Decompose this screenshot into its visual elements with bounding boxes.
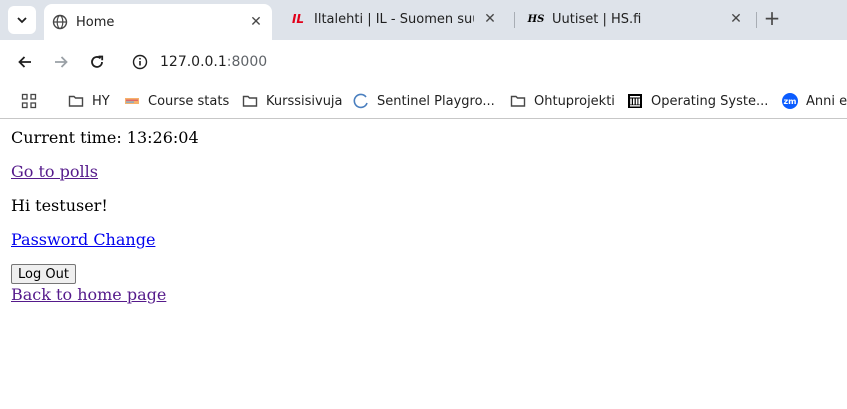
- arrow-left-icon: [18, 56, 31, 68]
- bookmark-label: Ohtuprojekti: [534, 93, 615, 109]
- loading-spinner-icon: [353, 93, 369, 109]
- greeting: Hi testuser!: [11, 196, 108, 215]
- bookmark-hy[interactable]: HY: [68, 90, 110, 112]
- tab-title: Iltalehti | IL - Suomen suurin: [314, 11, 474, 27]
- bookmark-label: HY: [92, 93, 110, 109]
- tab-search-button[interactable]: [8, 6, 36, 34]
- close-icon[interactable]: ✕: [482, 11, 498, 27]
- iltalehti-logo-text: IL: [291, 12, 305, 26]
- page-content: Current time: 13:26:04 Go to polls Hi te…: [0, 119, 847, 409]
- bookmark-kurssisivuja[interactable]: Kurssisivuja: [242, 90, 343, 112]
- address-bar[interactable]: 127.0.0.1:8000: [160, 48, 760, 76]
- arrow-right-icon: [55, 56, 68, 68]
- tab-iltalehti[interactable]: IL Iltalehti | IL - Suomen suurin ✕: [282, 6, 506, 32]
- address-host: 127.0.0.1: [160, 54, 227, 70]
- zoom-icon: zm: [782, 93, 798, 109]
- current-time: Current time: 13:26:04: [11, 128, 199, 147]
- bookmark-course-stats[interactable]: Course stats: [124, 90, 229, 112]
- hs-logo-icon: HS: [527, 11, 545, 27]
- bookmark-label: Anni et: [806, 93, 847, 109]
- home-link[interactable]: Back to home page: [11, 285, 166, 304]
- apps-button[interactable]: [21, 90, 37, 112]
- hs-logo-text: HS: [527, 13, 545, 25]
- toolbar: 127.0.0.1:8000: [0, 40, 847, 84]
- info-icon: [132, 54, 148, 70]
- zoom-icon-text: zm: [783, 96, 797, 106]
- bookmark-label: Operating Syste...: [651, 93, 769, 109]
- tab-home[interactable]: Home ✕: [44, 4, 272, 40]
- folder-icon: [510, 93, 526, 109]
- bookmark-ohtuprojekti[interactable]: Ohtuprojekti: [510, 90, 615, 112]
- bookmark-operating-systems[interactable]: Operating Syste...: [627, 90, 768, 112]
- close-icon[interactable]: ✕: [248, 14, 264, 30]
- reload-button[interactable]: [85, 50, 109, 74]
- folder-icon: [242, 93, 258, 109]
- building-icon: [627, 93, 643, 109]
- iltalehti-logo-icon: IL: [290, 11, 306, 27]
- back-button[interactable]: [13, 50, 37, 74]
- forward-button[interactable]: [49, 50, 73, 74]
- plus-icon: +: [763, 6, 781, 30]
- bookmark-anni[interactable]: zm Anni et: [782, 90, 847, 112]
- new-tab-button[interactable]: +: [761, 7, 783, 31]
- password-change-link[interactable]: Password Change: [11, 230, 155, 249]
- bookmarks-bar: HY Course stats Kurssisivuja Sentinel Pl…: [0, 84, 847, 119]
- tab-separator: [514, 12, 515, 28]
- chevron-down-icon: [17, 17, 27, 24]
- tab-strip: Home ✕ IL Iltalehti | IL - Suomen suurin…: [0, 0, 847, 40]
- polls-link[interactable]: Go to polls: [11, 162, 98, 181]
- bookmark-sentinel-playground[interactable]: Sentinel Playgro...: [353, 90, 495, 112]
- tab-hs[interactable]: HS Uutiset | HS.fi ✕: [520, 6, 752, 32]
- tab-title: Uutiset | HS.fi: [552, 11, 642, 27]
- logout-button[interactable]: Log Out: [11, 264, 76, 284]
- reload-icon: [91, 55, 104, 68]
- close-icon[interactable]: ✕: [728, 11, 744, 27]
- tab-title: Home: [76, 14, 115, 30]
- course-stats-icon: [124, 93, 140, 109]
- tab-separator: [756, 12, 757, 28]
- folder-icon: [68, 93, 84, 109]
- bookmark-label: Kurssisivuja: [266, 93, 343, 109]
- bookmark-label: Course stats: [148, 93, 230, 109]
- apps-grid-icon: [21, 93, 37, 109]
- globe-icon: [52, 14, 68, 30]
- address-port: :8000: [226, 54, 268, 70]
- site-info-button[interactable]: [128, 50, 152, 74]
- bookmark-label: Sentinel Playgro...: [377, 93, 495, 109]
